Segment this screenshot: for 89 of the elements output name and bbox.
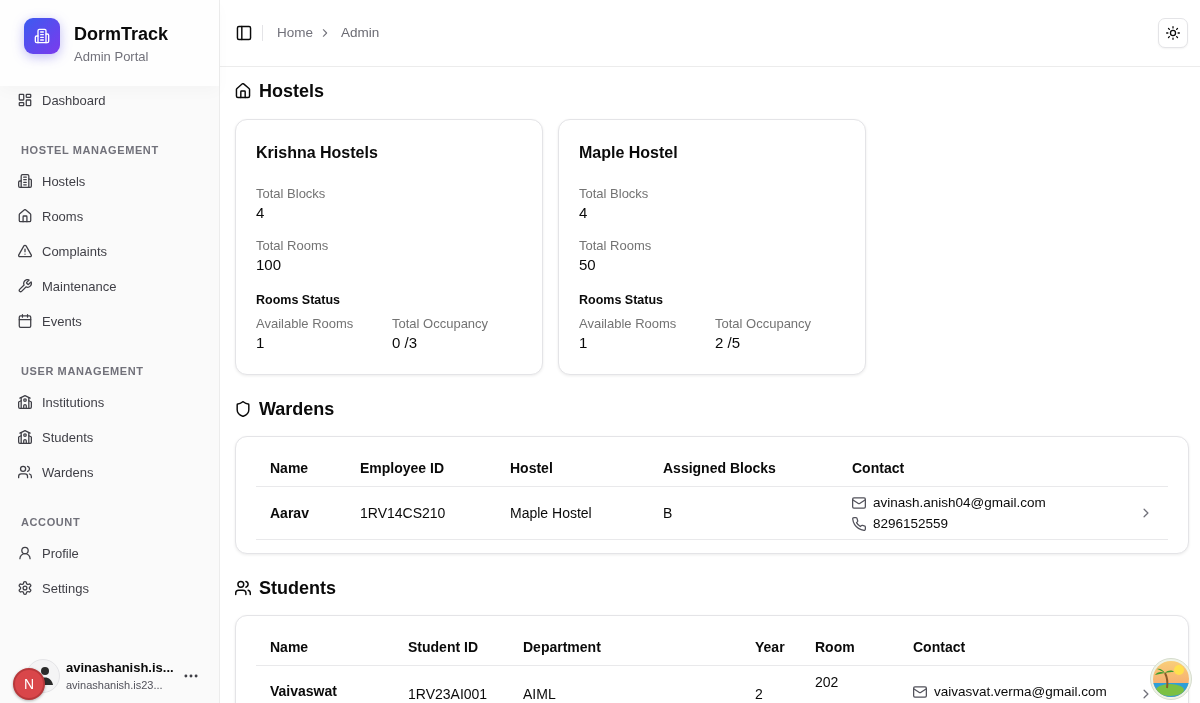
user-icon	[18, 546, 32, 560]
stat-value: 4	[579, 203, 589, 223]
theme-toggle-button[interactable]	[1158, 18, 1188, 48]
warden-name: Aarav	[270, 505, 309, 521]
employee-id: 1RV14CS210	[360, 505, 446, 521]
nav-item[interactable]: Hostels	[8, 167, 211, 195]
section-title: Wardens	[259, 398, 335, 421]
column-header: Employee ID	[360, 460, 445, 476]
section-label: HOSTEL MANAGEMENT	[20, 143, 160, 158]
column-header: Year	[755, 639, 785, 655]
stat-value: 1	[579, 333, 589, 353]
status-title: Rooms Status	[256, 292, 342, 308]
nav-item[interactable]: Students	[8, 423, 211, 451]
school-icon	[18, 430, 32, 444]
users-icon	[18, 465, 32, 479]
logo-icon	[24, 18, 60, 54]
home-icon	[235, 83, 251, 99]
assigned-blocks: B	[663, 505, 673, 521]
stat-label: Total Rooms	[256, 237, 330, 255]
sidebar-toggle-icon[interactable]	[236, 25, 252, 41]
column-header: Student ID	[408, 639, 478, 655]
calendar-icon	[18, 314, 32, 328]
column-header: Room	[815, 639, 855, 655]
section-title: Students	[259, 577, 336, 600]
phone-icon	[852, 516, 866, 531]
nav-item[interactable]: Profile	[8, 539, 211, 567]
nav-item[interactable]: Maintenance	[8, 272, 211, 300]
column-header: Hostel	[510, 460, 553, 476]
shield-icon	[235, 401, 251, 417]
building-icon	[18, 174, 32, 188]
stat-label: Total Occupancy	[715, 315, 813, 333]
study-year: 2	[755, 685, 763, 702]
school-icon	[18, 395, 32, 409]
department-name: AIML	[523, 685, 556, 702]
beach-icon[interactable]	[1150, 658, 1192, 700]
column-header: Contact	[852, 460, 905, 476]
student-name: Vaivaswat	[270, 683, 337, 699]
app-name: DormTrack	[74, 23, 169, 45]
users-icon	[235, 580, 251, 596]
nav-item[interactable]: Complaints	[8, 237, 211, 265]
stat-label: Total Occupancy	[392, 315, 490, 333]
student-id: 1RV23AI001	[408, 685, 488, 702]
mail-icon	[913, 685, 927, 699]
card-title: Maple Hostel	[579, 143, 679, 163]
stat-value: 100	[256, 255, 283, 275]
nav-item[interactable]: Dashboard	[8, 86, 211, 114]
phone-text: 8296152559	[873, 514, 949, 533]
settings-icon	[18, 581, 32, 595]
stat-value: 2 /5	[715, 333, 742, 353]
stat-label: Available Rooms	[256, 315, 355, 333]
column-header: Name	[270, 460, 309, 476]
card-title: Krishna Hostels	[256, 143, 379, 163]
stat-value: 0 /3	[392, 333, 419, 353]
sun-icon	[1166, 26, 1180, 40]
column-header: Contact	[913, 639, 966, 655]
user-email: avinashanish.is23...	[66, 678, 164, 692]
nav-item[interactable]: Institutions	[8, 388, 211, 416]
app-subtitle: Admin Portal	[74, 49, 150, 65]
column-header: Assigned Blocks	[663, 460, 776, 476]
room-number: 202	[815, 674, 839, 690]
column-header: Name	[270, 639, 309, 655]
stat-value: 4	[256, 203, 266, 223]
home-icon	[18, 209, 32, 223]
dev-tools-button[interactable]: N	[13, 668, 45, 700]
nav-item[interactable]: Rooms	[8, 202, 211, 230]
section-label: USER MANAGEMENT	[20, 364, 145, 379]
mail-icon	[852, 495, 866, 510]
nav-item[interactable]: Events	[8, 307, 211, 335]
nav-item[interactable]: Settings	[8, 574, 211, 602]
stat-label: Total Rooms	[579, 237, 653, 255]
stat-label: Available Rooms	[579, 315, 678, 333]
status-title: Rooms Status	[579, 292, 665, 308]
wrench-icon	[18, 279, 32, 293]
stat-value: 50	[579, 255, 597, 275]
nav-item[interactable]: Wardens	[8, 458, 211, 486]
section-title: Hostels	[259, 80, 325, 103]
section-label: ACCOUNT	[20, 515, 82, 530]
stat-label: Total Blocks	[579, 185, 650, 203]
email-text: avinash.anish04@gmail.com	[873, 493, 1046, 512]
user-name: avinashanish.is...	[66, 660, 174, 676]
stat-value: 1	[256, 333, 266, 353]
email-text: vaivasvat.verma@gmail.com	[934, 683, 1107, 701]
breadcrumb-current: Admin	[341, 24, 380, 42]
dashboard-icon	[18, 93, 32, 107]
breadcrumb-link[interactable]: Home	[277, 24, 313, 42]
column-header: Department	[523, 639, 601, 655]
warning-icon	[18, 244, 32, 258]
stat-label: Total Blocks	[256, 185, 327, 203]
hostel-name: Maple Hostel	[510, 505, 592, 521]
